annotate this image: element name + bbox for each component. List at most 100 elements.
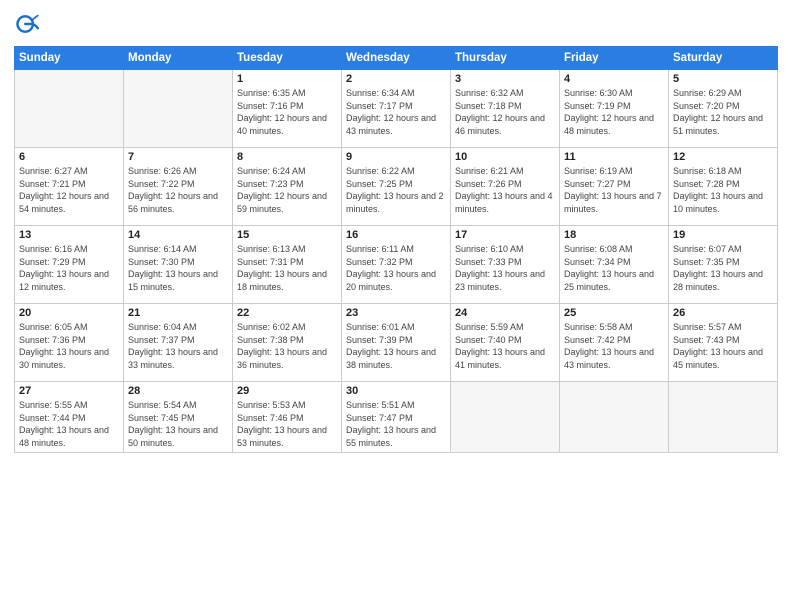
calendar-cell: 25 Sunrise: 5:58 AM Sunset: 7:42 PM Dayli… <box>560 304 669 382</box>
calendar-week-row: 20 Sunrise: 6:05 AM Sunset: 7:36 PM Dayli… <box>15 304 778 382</box>
day-info: Sunrise: 5:54 AM Sunset: 7:45 PM Dayligh… <box>128 399 228 449</box>
day-info: Sunrise: 6:35 AM Sunset: 7:16 PM Dayligh… <box>237 87 337 137</box>
day-info: Sunrise: 5:57 AM Sunset: 7:43 PM Dayligh… <box>673 321 773 371</box>
calendar-cell: 8Sunrise: 6:24 AM Sunset: 7:23 PM Daylig… <box>233 148 342 226</box>
weekday-header-row: SundayMondayTuesdayWednesdayThursdayFrid… <box>15 47 778 70</box>
day-number: 28 <box>128 385 228 397</box>
day-number: 7 <box>128 151 228 163</box>
calendar-cell: 5 Sunrise: 6:29 AM Sunset: 7:20 PM Daylig… <box>669 70 778 148</box>
calendar-cell: 2 Sunrise: 6:34 AM Sunset: 7:17 PM Daylig… <box>342 70 451 148</box>
day-info: Sunrise: 6:11 AM Sunset: 7:32 PM Dayligh… <box>346 243 446 293</box>
day-number: 24 <box>455 307 555 319</box>
day-info: Sunrise: 5:53 AM Sunset: 7:46 PM Dayligh… <box>237 399 337 449</box>
day-info: Sunrise: 6:07 AM Sunset: 7:35 PM Dayligh… <box>673 243 773 293</box>
calendar-cell: 7 Sunrise: 6:26 AM Sunset: 7:22 PM Daylig… <box>124 148 233 226</box>
calendar-cell: 28 Sunrise: 5:54 AM Sunset: 7:45 PM Dayli… <box>124 382 233 453</box>
day-number: 25 <box>564 307 664 319</box>
day-info: Sunrise: 6:02 AM Sunset: 7:38 PM Dayligh… <box>237 321 337 371</box>
weekday-header: Friday <box>560 47 669 70</box>
calendar-cell: 16 Sunrise: 6:11 AM Sunset: 7:32 PM Dayli… <box>342 226 451 304</box>
day-number: 20 <box>19 307 119 319</box>
day-info: Sunrise: 6:19 AM Sunset: 7:27 PM Dayligh… <box>564 165 664 215</box>
day-number: 1 <box>237 73 337 85</box>
day-info: Sunrise: 6:29 AM Sunset: 7:20 PM Dayligh… <box>673 87 773 137</box>
day-number: 29 <box>237 385 337 397</box>
day-info: Sunrise: 6:08 AM Sunset: 7:34 PM Dayligh… <box>564 243 664 293</box>
day-number: 17 <box>455 229 555 241</box>
day-number: 13 <box>19 229 119 241</box>
calendar-cell: 19 Sunrise: 6:07 AM Sunset: 7:35 PM Dayli… <box>669 226 778 304</box>
calendar-cell: 1 Sunrise: 6:35 AM Sunset: 7:16 PM Daylig… <box>233 70 342 148</box>
calendar-cell: 3 Sunrise: 6:32 AM Sunset: 7:18 PM Daylig… <box>451 70 560 148</box>
day-number: 26 <box>673 307 773 319</box>
day-number: 27 <box>19 385 119 397</box>
calendar-week-row: 6 Sunrise: 6:27 AM Sunset: 7:21 PM Daylig… <box>15 148 778 226</box>
day-number: 12 <box>673 151 773 163</box>
day-info: Sunrise: 6:10 AM Sunset: 7:33 PM Dayligh… <box>455 243 555 293</box>
day-number: 18 <box>564 229 664 241</box>
calendar-cell <box>124 70 233 148</box>
weekday-header: Tuesday <box>233 47 342 70</box>
calendar-cell: 17 Sunrise: 6:10 AM Sunset: 7:33 PM Dayli… <box>451 226 560 304</box>
calendar-cell: 24Sunrise: 5:59 AM Sunset: 7:40 PM Dayli… <box>451 304 560 382</box>
day-info: Sunrise: 6:32 AM Sunset: 7:18 PM Dayligh… <box>455 87 555 137</box>
logo-icon <box>14 10 42 38</box>
calendar-cell <box>560 382 669 453</box>
weekday-header: Monday <box>124 47 233 70</box>
calendar-cell: 14Sunrise: 6:14 AM Sunset: 7:30 PM Dayli… <box>124 226 233 304</box>
day-number: 15 <box>237 229 337 241</box>
calendar-cell <box>669 382 778 453</box>
page: SundayMondayTuesdayWednesdayThursdayFrid… <box>0 0 792 612</box>
day-number: 4 <box>564 73 664 85</box>
header <box>14 10 778 38</box>
calendar-week-row: 1 Sunrise: 6:35 AM Sunset: 7:16 PM Daylig… <box>15 70 778 148</box>
day-info: Sunrise: 6:05 AM Sunset: 7:36 PM Dayligh… <box>19 321 119 371</box>
logo <box>14 10 44 38</box>
calendar-cell: 22 Sunrise: 6:02 AM Sunset: 7:38 PM Dayli… <box>233 304 342 382</box>
calendar-cell: 20 Sunrise: 6:05 AM Sunset: 7:36 PM Dayli… <box>15 304 124 382</box>
day-number: 21 <box>128 307 228 319</box>
day-number: 2 <box>346 73 446 85</box>
day-info: Sunrise: 5:58 AM Sunset: 7:42 PM Dayligh… <box>564 321 664 371</box>
day-number: 30 <box>346 385 446 397</box>
day-info: Sunrise: 6:27 AM Sunset: 7:21 PM Dayligh… <box>19 165 119 215</box>
calendar-cell <box>15 70 124 148</box>
calendar-cell: 15 Sunrise: 6:13 AM Sunset: 7:31 PM Dayli… <box>233 226 342 304</box>
day-info: Sunrise: 6:04 AM Sunset: 7:37 PM Dayligh… <box>128 321 228 371</box>
day-info: Sunrise: 6:01 AM Sunset: 7:39 PM Dayligh… <box>346 321 446 371</box>
day-info: Sunrise: 6:14 AM Sunset: 7:30 PM Dayligh… <box>128 243 228 293</box>
calendar-cell <box>451 382 560 453</box>
day-number: 23 <box>346 307 446 319</box>
day-info: Sunrise: 6:13 AM Sunset: 7:31 PM Dayligh… <box>237 243 337 293</box>
day-info: Sunrise: 5:51 AM Sunset: 7:47 PM Dayligh… <box>346 399 446 449</box>
calendar-cell: 30 Sunrise: 5:51 AM Sunset: 7:47 PM Dayli… <box>342 382 451 453</box>
calendar-cell: 10Sunrise: 6:21 AM Sunset: 7:26 PM Dayli… <box>451 148 560 226</box>
day-info: Sunrise: 6:24 AM Sunset: 7:23 PM Dayligh… <box>237 165 337 215</box>
calendar-cell: 6 Sunrise: 6:27 AM Sunset: 7:21 PM Daylig… <box>15 148 124 226</box>
calendar-cell: 26 Sunrise: 5:57 AM Sunset: 7:43 PM Dayli… <box>669 304 778 382</box>
day-number: 5 <box>673 73 773 85</box>
day-info: Sunrise: 6:16 AM Sunset: 7:29 PM Dayligh… <box>19 243 119 293</box>
day-number: 19 <box>673 229 773 241</box>
day-number: 16 <box>346 229 446 241</box>
day-info: Sunrise: 5:55 AM Sunset: 7:44 PM Dayligh… <box>19 399 119 449</box>
day-number: 22 <box>237 307 337 319</box>
weekday-header: Thursday <box>451 47 560 70</box>
calendar-week-row: 27 Sunrise: 5:55 AM Sunset: 7:44 PM Dayli… <box>15 382 778 453</box>
calendar-cell: 27 Sunrise: 5:55 AM Sunset: 7:44 PM Dayli… <box>15 382 124 453</box>
calendar-cell: 9Sunrise: 6:22 AM Sunset: 7:25 PM Daylig… <box>342 148 451 226</box>
weekday-header: Saturday <box>669 47 778 70</box>
day-info: Sunrise: 6:21 AM Sunset: 7:26 PM Dayligh… <box>455 165 555 215</box>
calendar: SundayMondayTuesdayWednesdayThursdayFrid… <box>14 46 778 453</box>
day-number: 3 <box>455 73 555 85</box>
calendar-cell: 23 Sunrise: 6:01 AM Sunset: 7:39 PM Dayli… <box>342 304 451 382</box>
calendar-cell: 11Sunrise: 6:19 AM Sunset: 7:27 PM Dayli… <box>560 148 669 226</box>
calendar-cell: 21 Sunrise: 6:04 AM Sunset: 7:37 PM Dayli… <box>124 304 233 382</box>
day-info: Sunrise: 6:26 AM Sunset: 7:22 PM Dayligh… <box>128 165 228 215</box>
weekday-header: Wednesday <box>342 47 451 70</box>
day-number: 6 <box>19 151 119 163</box>
calendar-week-row: 13 Sunrise: 6:16 AM Sunset: 7:29 PM Dayli… <box>15 226 778 304</box>
calendar-cell: 29 Sunrise: 5:53 AM Sunset: 7:46 PM Dayli… <box>233 382 342 453</box>
calendar-cell: 12Sunrise: 6:18 AM Sunset: 7:28 PM Dayli… <box>669 148 778 226</box>
day-info: Sunrise: 6:34 AM Sunset: 7:17 PM Dayligh… <box>346 87 446 137</box>
